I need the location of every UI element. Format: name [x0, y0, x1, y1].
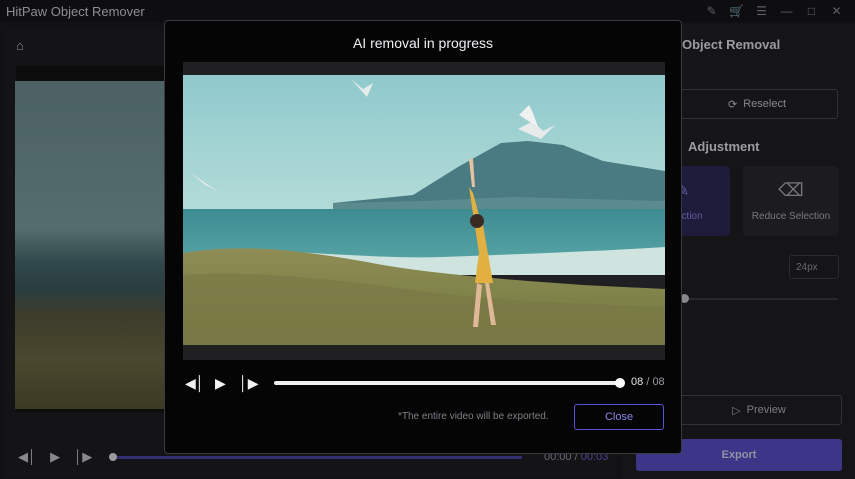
video-player: [183, 75, 665, 345]
close-button[interactable]: Close: [574, 404, 664, 430]
next-frame-icon[interactable]: │▶: [239, 372, 259, 394]
dialog-player-controls: ◀│ ▶ │▶ 08 / 08: [183, 372, 665, 394]
dialog-title: AI removal in progress: [352, 35, 494, 51]
total-frames: 08: [652, 376, 665, 388]
progress-track[interactable]: [274, 381, 621, 385]
previous-frame-icon[interactable]: ◀│: [185, 372, 205, 394]
play-icon[interactable]: ▶: [215, 372, 226, 394]
export-note: *The entire video will be exported.: [398, 411, 549, 422]
ai-removal-dialog: AI removal in progress ◀│ ▶ │▶ 08 / 08 *…: [164, 20, 682, 454]
current-frame: 08: [631, 376, 644, 388]
frame-counter: 08 / 08: [631, 376, 665, 388]
progress-handle[interactable]: [615, 378, 625, 388]
video-frame: [183, 62, 665, 360]
video-frame-image: [183, 75, 665, 345]
frame-separator: /: [646, 376, 650, 388]
